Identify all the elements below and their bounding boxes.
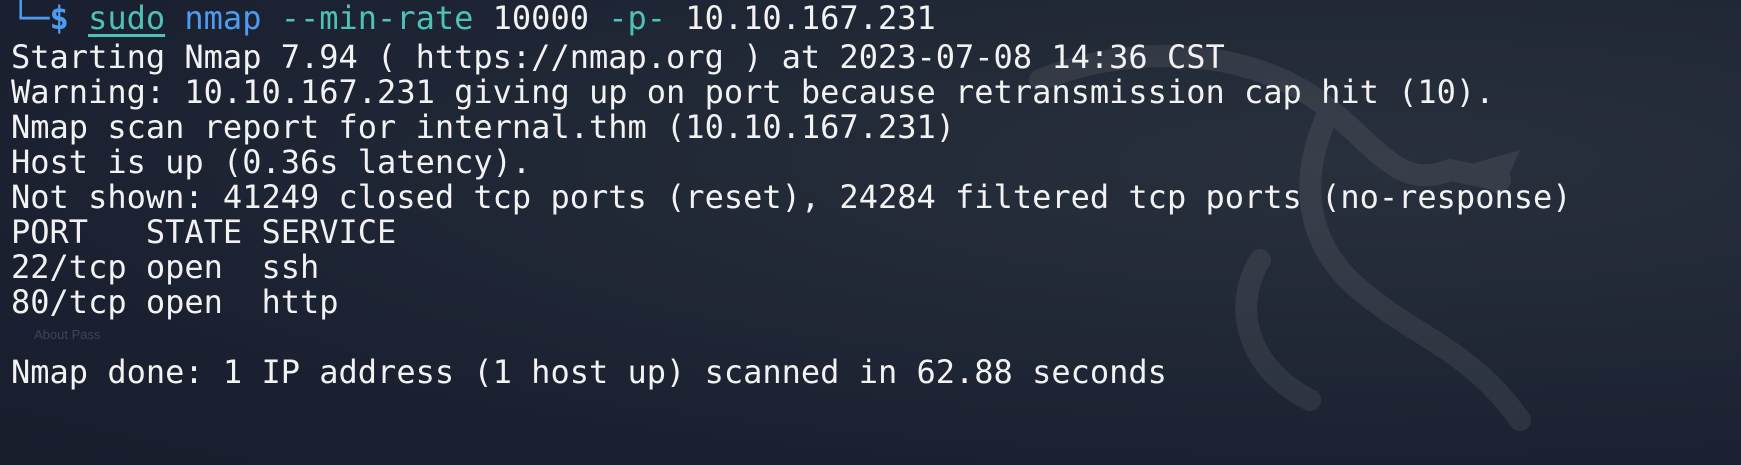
command-flag-min-rate: --min-rate (280, 0, 474, 37)
command-flag-ports: -p- (608, 0, 667, 37)
background-ghost-text: About Pass (34, 327, 101, 342)
command-sudo: sudo (88, 0, 166, 37)
output-line: Not shown: 41249 closed tcp ports (reset… (11, 178, 1572, 216)
output-line: Warning: 10.10.167.231 giving up on port… (11, 73, 1495, 111)
port-row: 80/tcp open http (11, 283, 339, 321)
terminal-window[interactable]: About Pass └─$ sudo nmap --min-rate 1000… (0, 0, 1741, 465)
prompt-corner: └─ (11, 0, 50, 37)
output-line: Host is up (0.36s latency). (11, 143, 532, 181)
command-target: 10.10.167.231 (685, 0, 936, 37)
command-binary: nmap (184, 0, 262, 37)
prompt-symbol: $ (49, 0, 69, 37)
command-rate-value: 10000 (492, 0, 589, 37)
port-table-header: PORT STATE SERVICE (11, 213, 397, 251)
output-line: Starting Nmap 7.94 ( https://nmap.org ) … (11, 38, 1225, 76)
prompt-line: └─$ sudo nmap --min-rate 10000 -p- 10.10… (11, 0, 936, 38)
scan-summary-line: Nmap done: 1 IP address (1 host up) scan… (11, 353, 1167, 391)
port-row: 22/tcp open ssh (11, 248, 320, 286)
output-line: Nmap scan report for internal.thm (10.10… (11, 108, 956, 146)
